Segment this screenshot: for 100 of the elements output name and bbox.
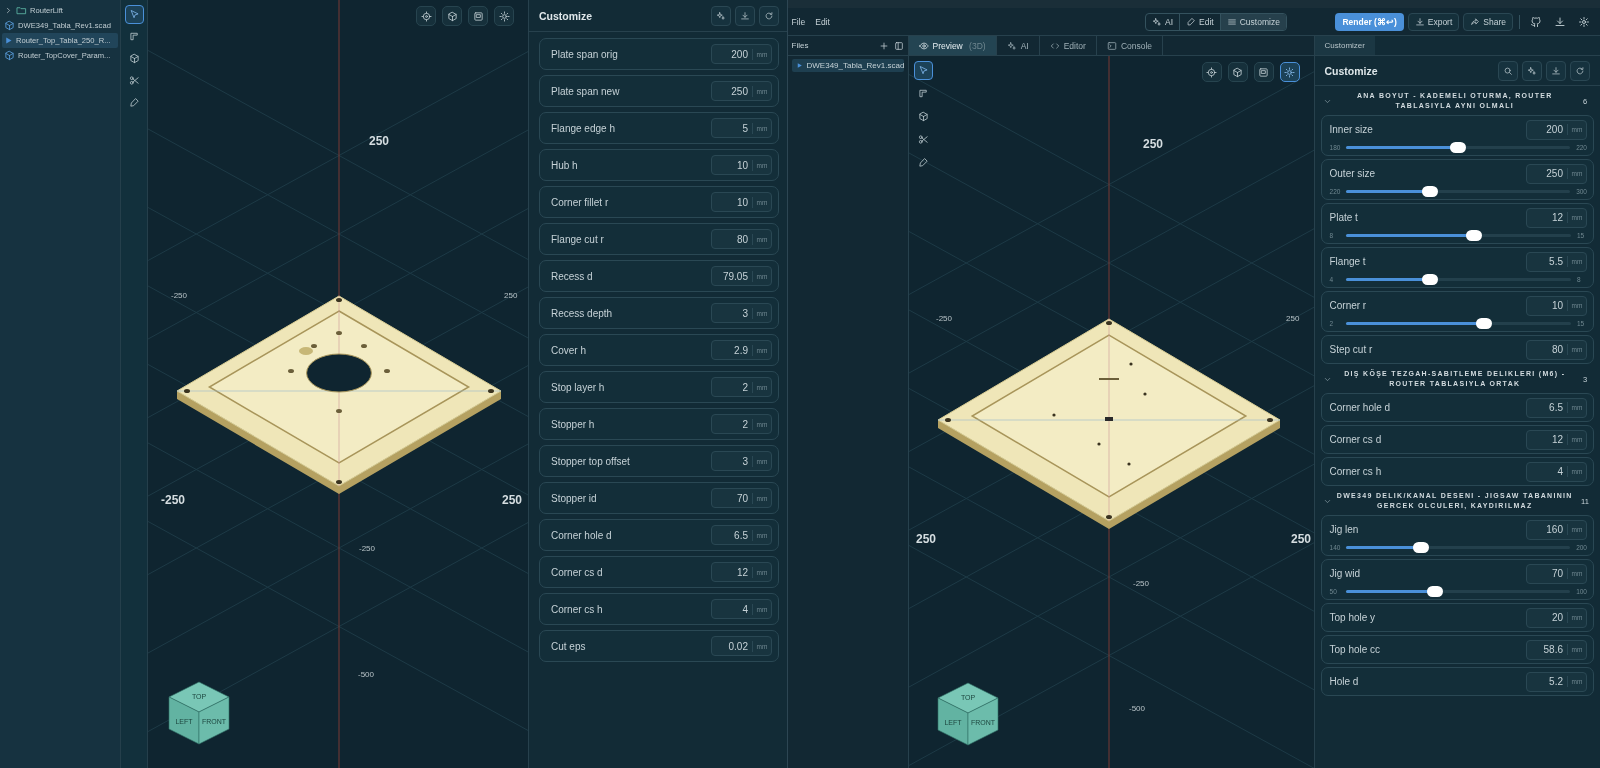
field-value: 80 <box>712 233 753 245</box>
file-tree-item[interactable]: DWE349_Tabla_Rev1.scad <box>791 59 904 72</box>
axis-label: -250 <box>359 544 375 553</box>
parameter-label: Hub h <box>551 159 578 171</box>
parameter-label: Stopper h <box>551 418 595 430</box>
menu-item[interactable]: Edit <box>815 16 830 27</box>
parameter-label: Plate span new <box>551 85 620 97</box>
slider-thumb[interactable] <box>1450 141 1467 153</box>
parameter-label: Top hole cc <box>1329 644 1381 655</box>
view-cube[interactable] <box>168 681 230 745</box>
slider-thumb[interactable] <box>1427 585 1444 597</box>
view-button[interactable] <box>442 6 462 26</box>
share-icon <box>1470 16 1481 27</box>
parameter-label: Corner hole d <box>551 529 612 541</box>
tab[interactable]: Preview (3D) <box>908 36 997 55</box>
field-value: 3 <box>712 455 753 467</box>
tab[interactable]: Editor <box>1039 36 1097 55</box>
cube-icon <box>917 111 929 122</box>
field-value: 12 <box>712 566 753 578</box>
tab[interactable]: Console <box>1096 36 1164 55</box>
floppy-icon <box>1258 66 1269 78</box>
view-button[interactable] <box>1279 62 1300 82</box>
frame-icon <box>917 88 929 99</box>
icon-button[interactable] <box>711 5 731 26</box>
download-icon <box>1554 15 1566 28</box>
slider-thumb[interactable] <box>1466 229 1483 241</box>
field-value: 200 <box>712 48 753 60</box>
menu-item[interactable]: File <box>791 16 806 27</box>
parameter-label: Corner cs d <box>1329 434 1382 445</box>
field-value: 5.5 <box>1527 256 1568 267</box>
sun-icon <box>498 10 510 22</box>
tool-button[interactable] <box>124 5 144 24</box>
parameter-label: Corner cs h <box>1329 466 1382 477</box>
terminal-icon <box>1106 40 1117 51</box>
tab[interactable]: Customizer <box>1314 36 1375 55</box>
tool-button[interactable] <box>913 61 933 80</box>
field-value: 2.9 <box>712 344 753 356</box>
sliders-icon <box>1226 16 1237 27</box>
parameter-label: Cover h <box>551 344 586 356</box>
parameter-label: Outer size <box>1329 168 1376 179</box>
field-value: 5.2 <box>1527 676 1568 687</box>
field-value: 6.5 <box>1527 402 1568 413</box>
pointer-icon <box>917 65 929 76</box>
action-button[interactable]: Share <box>1463 12 1513 31</box>
field-value: 10 <box>1527 300 1568 311</box>
slider-thumb[interactable] <box>1412 541 1429 553</box>
icon-button[interactable] <box>1546 60 1566 81</box>
axis-label: 250 <box>1142 137 1163 151</box>
parameter-label: Corner r <box>1329 300 1367 311</box>
view-button[interactable] <box>1227 62 1248 82</box>
search-button[interactable] <box>1498 60 1518 81</box>
parameter-label: Corner hole d <box>1329 402 1391 413</box>
view-button[interactable] <box>416 6 436 26</box>
tab[interactable]: AI <box>996 36 1040 55</box>
slider-thumb[interactable] <box>1422 185 1439 197</box>
panel-title: Customize <box>1324 64 1378 77</box>
field-value: 4 <box>1527 466 1568 477</box>
parameter-label: Plate span orig <box>551 48 618 60</box>
axis-label: -250 <box>935 314 952 323</box>
parameter-label: Flange t <box>1329 256 1366 267</box>
parameter-label: Flange edge h <box>551 122 615 134</box>
frame-icon <box>128 31 140 42</box>
mode-tab[interactable]: Edit <box>1180 13 1221 30</box>
slider-thumb[interactable] <box>1422 273 1439 285</box>
mode-tab[interactable]: AI <box>1146 13 1181 30</box>
icon-button[interactable] <box>759 5 779 26</box>
cube-icon <box>4 20 15 31</box>
field-value: 250 <box>712 85 753 97</box>
view-button[interactable] <box>494 6 514 26</box>
field-value: 70 <box>1527 568 1568 579</box>
parameter-label: Plate t <box>1329 212 1358 223</box>
mode-tab[interactable]: Customize <box>1220 13 1286 30</box>
view-button[interactable] <box>1253 62 1274 82</box>
axis-label: -250 <box>161 493 186 507</box>
field-value: 0.02 <box>712 640 753 652</box>
view-cube[interactable] <box>937 682 998 746</box>
sparkle-icon <box>1152 16 1163 27</box>
view-button[interactable] <box>1201 62 1222 82</box>
axis-label: 250 <box>1285 314 1299 323</box>
panel-icon[interactable] <box>893 40 904 51</box>
slider-thumb[interactable] <box>1476 317 1493 329</box>
field-value: 12 <box>1527 434 1568 445</box>
icon-button[interactable] <box>1522 60 1542 81</box>
panel-title: Files <box>791 41 810 50</box>
play-icon <box>795 62 803 69</box>
field-value: 12 <box>1527 212 1568 223</box>
axis-label: -500 <box>1128 704 1145 713</box>
field-value: 200 <box>1527 124 1568 135</box>
parameter-label: Stopper top offset <box>551 455 630 467</box>
pointer-icon <box>128 9 140 20</box>
icon-button[interactable] <box>1570 60 1590 81</box>
view-button[interactable] <box>468 6 488 26</box>
action-button[interactable]: Export <box>1407 12 1460 31</box>
code-icon <box>1049 40 1060 51</box>
add-icon[interactable] <box>878 40 889 51</box>
icon-button[interactable] <box>735 5 755 26</box>
field-value: 250 <box>1527 168 1568 179</box>
field-value: 2 <box>712 381 753 393</box>
parameter-label: Stop layer h <box>551 381 605 393</box>
field-value: 4 <box>712 603 753 615</box>
